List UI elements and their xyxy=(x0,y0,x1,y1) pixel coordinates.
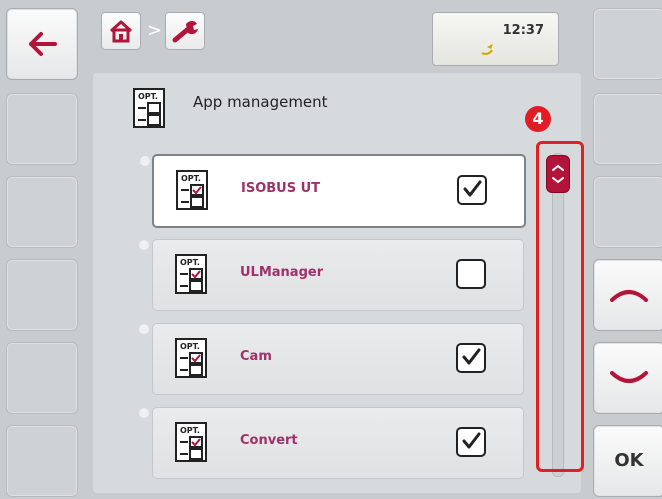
settings-breadcrumb[interactable] xyxy=(165,12,205,50)
app-label: Cam xyxy=(240,349,272,364)
callout-highlight-box xyxy=(536,141,584,472)
breadcrumb-separator: > xyxy=(147,20,163,41)
item-index-3 xyxy=(139,408,149,418)
right-softkey-2[interactable] xyxy=(593,93,662,165)
home-icon xyxy=(109,20,133,43)
opt-app-icon: OPT. xyxy=(175,422,207,462)
app-label: Convert xyxy=(240,433,298,448)
satellite-icon xyxy=(481,44,493,55)
ok-button[interactable]: OK xyxy=(593,425,662,497)
item-index-1 xyxy=(139,240,149,250)
left-softkey-4[interactable] xyxy=(6,259,78,331)
ok-label: OK xyxy=(614,450,644,471)
right-softkey-3[interactable] xyxy=(593,176,662,248)
item-index-2 xyxy=(139,324,149,334)
app-label: ISOBUS UT xyxy=(241,181,321,196)
status-clock: 12:37 xyxy=(432,12,559,66)
opt-app-icon: OPT. xyxy=(175,338,207,378)
scroll-down-button[interactable] xyxy=(593,342,662,414)
app-checkbox-checked[interactable] xyxy=(456,427,486,457)
top-bar: > 12:37 xyxy=(93,8,580,72)
app-item-convert[interactable]: OPT. Convert xyxy=(139,407,524,479)
home-breadcrumb[interactable] xyxy=(101,12,141,50)
scroll-up-button[interactable] xyxy=(593,259,662,331)
svg-text:OPT.: OPT. xyxy=(181,174,201,183)
wrench-icon xyxy=(172,21,198,43)
checkmark-icon xyxy=(462,348,481,365)
checkmark-icon xyxy=(462,432,481,449)
checkmark-icon xyxy=(463,180,482,197)
chevron-down-icon xyxy=(610,371,648,383)
app-label: ULManager xyxy=(240,265,324,280)
app-item-ulmanager[interactable]: OPT. ULManager xyxy=(139,239,524,311)
svg-text:OPT.: OPT. xyxy=(138,92,158,101)
terminal-screen: > 12:37 OK OPT. App management OPT. ISOB… xyxy=(0,0,662,499)
left-softkey-3[interactable] xyxy=(6,176,78,248)
app-item-cam[interactable]: OPT. Cam xyxy=(139,323,524,395)
app-checkbox-checked[interactable] xyxy=(456,343,486,373)
svg-text:OPT.: OPT. xyxy=(180,426,200,435)
chevron-up-icon xyxy=(610,290,648,302)
opt-app-icon: OPT. xyxy=(176,170,208,210)
callout-badge: 4 xyxy=(525,106,551,132)
svg-text:OPT.: OPT. xyxy=(180,342,200,351)
opt-app-icon: OPT. xyxy=(133,88,165,128)
app-checkbox-checked[interactable] xyxy=(457,175,487,205)
app-checkbox-unchecked[interactable] xyxy=(456,259,486,289)
right-softkey-1[interactable] xyxy=(593,8,662,80)
left-softkey-6[interactable] xyxy=(6,425,78,497)
app-item-isobus-ut[interactable]: OPT. ISOBUS UT xyxy=(140,154,526,228)
arrow-left-icon xyxy=(29,32,57,56)
left-softkey-5[interactable] xyxy=(6,342,78,414)
item-index-0 xyxy=(140,156,150,166)
page-title: App management xyxy=(193,93,328,111)
left-softkey-2[interactable] xyxy=(6,93,78,165)
back-button[interactable] xyxy=(6,8,78,80)
main-panel: OPT. App management OPT. ISOBUS UT OPT. … xyxy=(93,73,584,493)
svg-text:OPT.: OPT. xyxy=(180,258,200,267)
clock-time: 12:37 xyxy=(502,23,544,38)
opt-app-icon: OPT. xyxy=(175,254,207,294)
